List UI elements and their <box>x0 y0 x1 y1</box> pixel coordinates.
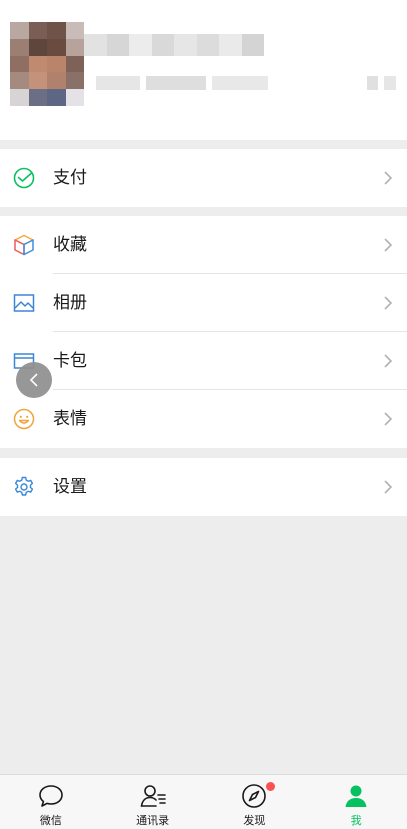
menu-item-favorites[interactable]: 收藏 <box>0 216 407 274</box>
tab-chats[interactable]: 微信 <box>0 775 102 829</box>
menu-item-stickers[interactable]: 表情 <box>0 390 407 448</box>
bottom-tab-bar: 微信 通讯录 发现 我 <box>0 774 407 829</box>
profile-header[interactable] <box>0 0 407 140</box>
gear-icon <box>14 476 34 496</box>
chevron-right-icon <box>384 354 393 368</box>
chevron-right-icon <box>384 296 393 310</box>
tab-label: 微信 <box>39 814 62 827</box>
avatar[interactable] <box>10 22 84 106</box>
menu-item-label: 表情 <box>53 409 87 429</box>
menu-item-pay[interactable]: 支付 <box>0 149 407 207</box>
tab-label: 我 <box>350 814 362 827</box>
menu-item-cards[interactable]: 卡包 <box>0 332 407 390</box>
chevron-right-icon <box>384 480 393 494</box>
chat-bubble-icon <box>39 785 63 807</box>
menu-group-pay: 支付 <box>0 149 407 207</box>
favorites-cube-icon <box>14 234 34 256</box>
menu-item-album[interactable]: 相册 <box>0 274 407 332</box>
notification-badge <box>265 782 275 791</box>
menu-item-label: 设置 <box>53 477 87 497</box>
menu-group-settings: 设置 <box>0 458 407 516</box>
menu-item-label: 支付 <box>53 168 87 188</box>
album-picture-icon <box>13 294 35 312</box>
profile-name-pixelated <box>84 34 264 56</box>
menu-group-main: 收藏 相册 卡包 表情 <box>0 216 407 448</box>
chevron-right-icon <box>384 412 393 426</box>
menu-item-label: 卡包 <box>53 351 87 371</box>
tab-discover[interactable]: 发现 <box>204 775 306 829</box>
profile-id-pixelated <box>96 72 396 94</box>
tab-contacts[interactable]: 通讯录 <box>102 775 204 829</box>
menu-item-label: 相册 <box>53 293 87 313</box>
smiley-face-icon <box>13 408 35 430</box>
chevron-right-icon <box>384 238 393 252</box>
contacts-icon <box>140 785 166 807</box>
chevron-left-icon <box>29 373 38 387</box>
tab-label: 发现 <box>243 814 266 827</box>
chevron-right-icon <box>384 171 393 185</box>
floating-back-button[interactable] <box>16 362 52 398</box>
tab-label: 通讯录 <box>136 814 170 827</box>
menu-item-label: 收藏 <box>53 235 87 255</box>
tab-me[interactable]: 我 <box>305 775 407 829</box>
compass-icon <box>242 784 267 808</box>
person-icon <box>345 785 367 807</box>
menu-item-settings[interactable]: 设置 <box>0 458 407 516</box>
pay-check-icon <box>13 167 35 189</box>
